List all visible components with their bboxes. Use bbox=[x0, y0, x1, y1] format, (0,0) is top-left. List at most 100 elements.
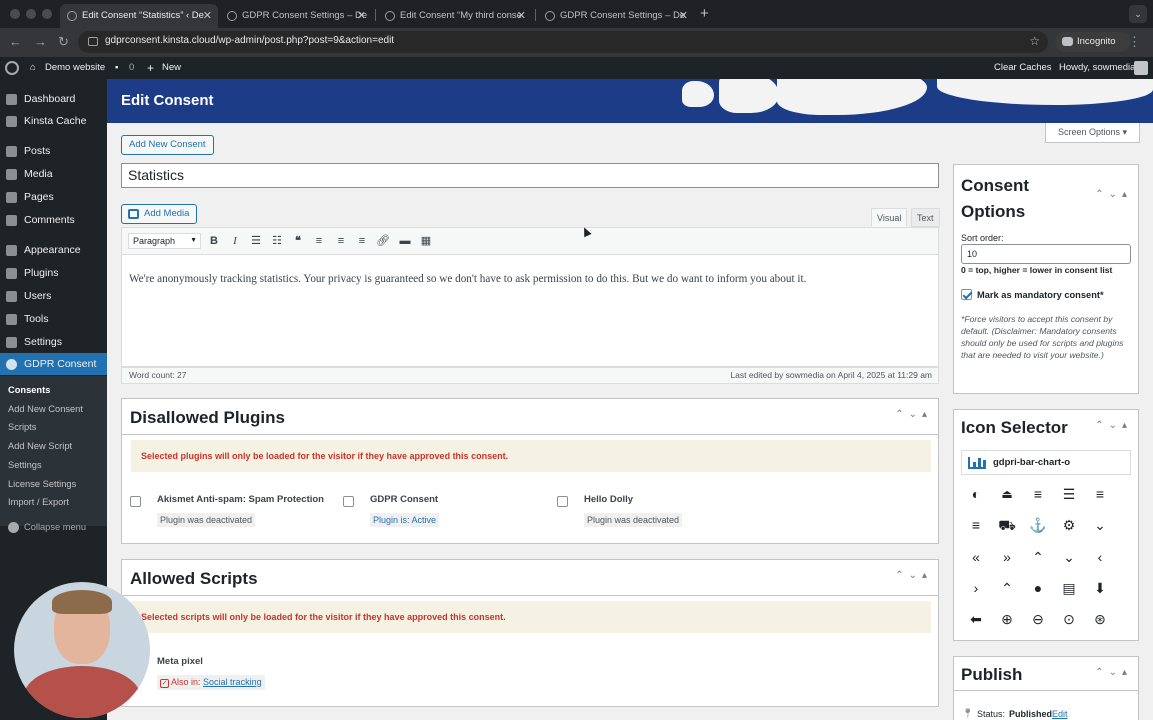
new-tab-icon[interactable]: + bbox=[700, 4, 709, 24]
close-tab-icon[interactable]: ✕ bbox=[357, 4, 366, 28]
toolbar-toggle-icon[interactable]: ▦ bbox=[418, 233, 434, 249]
sidebar-item-settings[interactable]: Settings bbox=[0, 331, 107, 353]
close-tab-icon[interactable]: ✕ bbox=[203, 4, 212, 28]
adjust-icon[interactable]: ◐ bbox=[967, 485, 985, 503]
browser-tab-1[interactable]: Edit Consent “Statistics” ‹ De ✕ bbox=[60, 4, 218, 28]
submenu-license-settings[interactable]: License Settings bbox=[8, 479, 76, 489]
tab-search-icon[interactable]: ⌄ bbox=[1129, 5, 1147, 23]
arrow-circle-o-down-icon[interactable]: ⊕ bbox=[998, 610, 1016, 628]
move-handles-icon[interactable]: ⌃⌄▴ bbox=[1095, 189, 1132, 200]
submenu-settings[interactable]: Settings bbox=[8, 460, 42, 470]
forward-icon[interactable]: → bbox=[34, 34, 47, 50]
arrow-circle-down-icon[interactable]: ⬇ bbox=[1091, 579, 1109, 597]
arrow-circle-o-left-icon[interactable]: ⊖ bbox=[1029, 610, 1047, 628]
minimize-window-dot[interactable] bbox=[26, 9, 36, 19]
browser-tab-2[interactable]: GDPR Consent Settings – De ✕ bbox=[220, 4, 372, 28]
sidebar-item-posts[interactable]: Posts bbox=[0, 140, 107, 162]
arrow-circle-o-right-icon[interactable]: ⊙ bbox=[1060, 610, 1078, 628]
submenu-consents[interactable]: Consents bbox=[8, 385, 50, 395]
editor-content-area[interactable]: We're anonymously tracking statistics. Y… bbox=[121, 255, 939, 367]
bullet-list-icon[interactable]: ☰ bbox=[248, 233, 264, 249]
align-right-icon[interactable]: ≡ bbox=[354, 233, 370, 249]
avatar[interactable] bbox=[1134, 61, 1148, 75]
submenu-import-export[interactable]: Import / Export bbox=[8, 497, 69, 507]
blockquote-icon[interactable]: ❝ bbox=[290, 233, 306, 249]
sidebar-item-users[interactable]: Users bbox=[0, 285, 107, 307]
browser-tab-3[interactable]: Edit Consent “My third conse ✕ bbox=[378, 4, 532, 28]
add-media-button[interactable]: Add Media bbox=[121, 204, 198, 224]
align-justify-icon[interactable]: ☰ bbox=[1060, 485, 1078, 503]
sidebar-item-appearance[interactable]: Appearance bbox=[0, 239, 107, 261]
close-tab-icon[interactable]: ✕ bbox=[679, 4, 688, 28]
site-name-link[interactable]: Demo website bbox=[45, 57, 105, 79]
italic-icon[interactable]: I bbox=[227, 233, 243, 249]
align-center-icon[interactable]: ≡ bbox=[1029, 485, 1047, 503]
close-window-dot[interactable] bbox=[10, 9, 20, 19]
bookmark-star-icon[interactable]: ☆ bbox=[1029, 34, 1040, 48]
account-link[interactable]: Howdy, sowmedia bbox=[1059, 57, 1135, 79]
bold-icon[interactable]: B bbox=[206, 233, 222, 249]
android-icon[interactable]: ⚙ bbox=[1060, 516, 1078, 534]
eject-icon[interactable]: ⏏ bbox=[998, 485, 1016, 503]
sidebar-item-gdpr-consent[interactable]: GDPR Consent bbox=[0, 353, 107, 375]
angle-double-down-icon[interactable]: ⌄ bbox=[1091, 516, 1109, 534]
comment-icon[interactable]: ▪ bbox=[115, 57, 118, 79]
arrow-circle-left-icon[interactable]: ⬅ bbox=[967, 610, 985, 628]
align-left-icon[interactable]: ≡ bbox=[1091, 485, 1109, 503]
clear-caches-link[interactable]: Clear Caches bbox=[994, 57, 1052, 79]
move-handles-icon[interactable]: ⌃⌄▴ bbox=[1095, 420, 1132, 431]
incognito-badge[interactable]: Incognito bbox=[1055, 32, 1131, 52]
format-select[interactable]: Paragraph ▼ bbox=[128, 233, 201, 249]
reload-icon[interactable]: ↻ bbox=[58, 34, 69, 50]
comments-count[interactable]: 0 bbox=[129, 57, 134, 79]
sidebar-item-plugins[interactable]: Plugins bbox=[0, 262, 107, 284]
plugin-checkbox-hello-dolly[interactable] bbox=[557, 496, 568, 507]
plugin-checkbox-akismet[interactable] bbox=[130, 496, 141, 507]
tab-visual[interactable]: Visual bbox=[871, 208, 908, 227]
archive-icon[interactable]: ▤ bbox=[1060, 579, 1078, 597]
link-icon[interactable]: 🔗︎ bbox=[375, 233, 391, 249]
home-icon[interactable]: ⌂ bbox=[30, 57, 36, 79]
angle-double-right-icon[interactable]: » bbox=[998, 548, 1016, 566]
plugin-checkbox-gdpr-consent[interactable] bbox=[343, 496, 354, 507]
align-center-icon[interactable]: ≡ bbox=[333, 233, 349, 249]
anchor-icon[interactable]: ⚓ bbox=[1029, 516, 1047, 534]
move-handles-icon[interactable]: ⌃⌄▴ bbox=[895, 570, 932, 581]
angle-double-left-icon[interactable]: « bbox=[967, 548, 985, 566]
submenu-scripts[interactable]: Scripts bbox=[8, 422, 36, 432]
sidebar-item-kinsta-cache[interactable]: Kinsta Cache bbox=[0, 110, 107, 132]
align-right-icon[interactable]: ≡ bbox=[967, 516, 985, 534]
apple-icon[interactable]: ● bbox=[1029, 579, 1047, 597]
angle-right-icon[interactable]: › bbox=[967, 579, 985, 597]
social-tracking-link[interactable]: Social tracking bbox=[203, 677, 262, 687]
move-handles-icon[interactable]: ⌃⌄▴ bbox=[1095, 667, 1132, 678]
angle-down-icon[interactable]: ⌄ bbox=[1060, 548, 1078, 566]
url-field[interactable]: gdprconsent.kinsta.cloud/wp-admin/post.p… bbox=[78, 31, 1048, 53]
numbered-list-icon[interactable]: ☷ bbox=[269, 233, 285, 249]
mandatory-checkbox[interactable] bbox=[961, 289, 972, 300]
sort-order-input[interactable]: 10 bbox=[961, 244, 1131, 264]
site-info-icon[interactable] bbox=[88, 37, 98, 46]
title-input[interactable]: Statistics bbox=[121, 163, 939, 188]
screen-options-button[interactable]: Screen Options ▾ bbox=[1045, 123, 1140, 143]
sidebar-item-pages[interactable]: Pages bbox=[0, 186, 107, 208]
sidebar-item-dashboard[interactable]: Dashboard bbox=[0, 88, 107, 110]
plus-icon[interactable]: + bbox=[147, 57, 154, 79]
back-icon[interactable]: ← bbox=[9, 34, 22, 50]
sidebar-item-media[interactable]: Media bbox=[0, 163, 107, 185]
arrow-circle-o-up-icon[interactable]: ⊛ bbox=[1091, 610, 1109, 628]
maximize-window-dot[interactable] bbox=[42, 9, 52, 19]
collapse-menu-button[interactable]: Collapse menu bbox=[8, 522, 86, 533]
edit-status-link[interactable]: Edit bbox=[1052, 709, 1068, 719]
selected-icon-field[interactable]: gdpri-bar-chart-o bbox=[961, 450, 1131, 475]
add-new-consent-button[interactable]: Add New Consent bbox=[121, 135, 214, 155]
read-more-icon[interactable]: ▬ bbox=[397, 233, 413, 249]
browser-tab-4[interactable]: GDPR Consent Settings – De ✕ bbox=[538, 4, 694, 28]
browser-menu-icon[interactable]: ⋮ bbox=[1128, 34, 1141, 50]
move-handles-icon[interactable]: ⌃⌄▴ bbox=[895, 409, 932, 420]
submenu-add-new-consent[interactable]: Add New Consent bbox=[8, 404, 83, 414]
sidebar-item-comments[interactable]: Comments bbox=[0, 209, 107, 231]
angle-up-icon[interactable]: ⌃ bbox=[998, 579, 1016, 597]
align-left-icon[interactable]: ≡ bbox=[311, 233, 327, 249]
ambulance-icon[interactable]: ⛟ bbox=[998, 516, 1016, 534]
